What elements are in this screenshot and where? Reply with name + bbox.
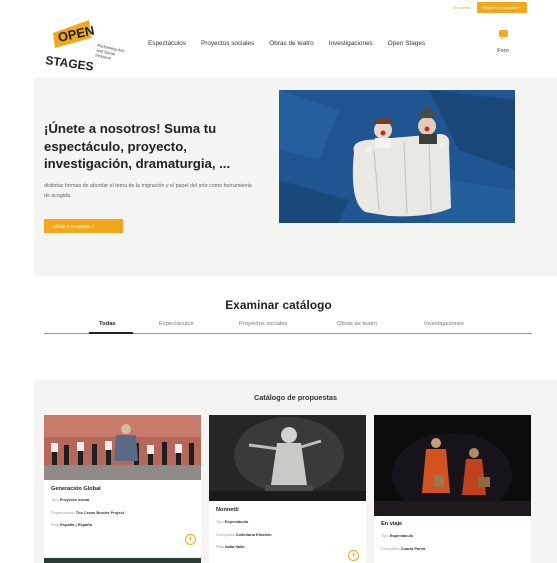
meta-label: Tipo [216, 519, 224, 524]
chat-bubble-icon [498, 30, 508, 39]
nav-item-investigaciones[interactable]: Investigaciones [329, 40, 373, 47]
logo-tagline: Performing Arts and Social Inclusion [95, 43, 125, 61]
meta-value: Italia Italia [225, 544, 245, 549]
nav-item-proyectos-sociales[interactable]: Proyectos sociales [201, 40, 254, 47]
proposal-card-partial[interactable] [44, 558, 201, 563]
tab-todas[interactable]: Todas [99, 321, 116, 327]
meta-value: The Cross Border Project [75, 510, 125, 515]
meta-value: Proyecto social [59, 497, 90, 502]
site-header: OPEN STAGES Performing Arts and Social I… [0, 14, 557, 76]
active-tab-indicator [89, 332, 133, 334]
tab-obras-de-teatro[interactable]: Obras de teatro [337, 321, 377, 327]
card-image-group [44, 415, 201, 480]
card-title: Nonnetti [216, 507, 239, 513]
card-meta-line: Compañía Coltellaria Einstein [216, 532, 272, 537]
tab-proyectos-sociales[interactable]: Proyectos sociales [239, 321, 287, 327]
catalog-heading: Examinar catálogo [225, 298, 332, 312]
meta-label: Organización [51, 510, 75, 515]
tab-espectaculos[interactable]: Espectáculos [159, 321, 193, 327]
add-proposal-top-button[interactable]: Añade tu propuesta + [476, 1, 527, 13]
meta-label: País [216, 544, 225, 549]
foro-label: Foro [497, 48, 509, 54]
proposal-card-en-viaje[interactable]: En viaje Tipo Espectáculo Compañía Cuart… [374, 415, 531, 563]
card-meta-line: Compañía Cuarta Pared [381, 546, 426, 551]
meta-label: País [51, 522, 60, 527]
proposals-title: Catálogo de propuestas [253, 393, 338, 402]
proposal-card-nonnetti[interactable]: Nonnetti Tipo Espectáculo Compañía Colte… [209, 415, 366, 563]
meta-value: Coltellaria Einstein [235, 532, 272, 537]
open-stages-logo[interactable]: OPEN STAGES Performing Arts and Social I… [43, 18, 139, 74]
meta-label: Tipo [381, 533, 389, 538]
card-meta-line: Tipo Espectáculo [381, 533, 413, 538]
foro-link[interactable]: Foro [493, 30, 513, 57]
meta-value: España | España [60, 522, 92, 527]
tab-investigaciones[interactable]: Investigaciones [424, 321, 464, 327]
catalog-tabs: Todas Espectáculos Proyectos sociales Ob… [44, 319, 532, 334]
proposals-section: Catálogo de propuestas Generación Global… [34, 380, 557, 563]
meta-value: Cuarta Pared [400, 546, 426, 551]
hero-description: distintas formas de abordar el tema de l… [44, 183, 252, 199]
hero-title: ¡Únete a nosotros! Suma tu espectáculo, … [44, 121, 231, 171]
nav-item-open-stages[interactable]: Open Stages [388, 40, 425, 47]
card-meta-line: Organización The Cross Border Project [51, 510, 124, 515]
meta-value: Espectáculo [389, 533, 414, 538]
card-title: Generación Global [51, 486, 101, 492]
add-proposal-button[interactable]: Añade tu propuesta + [44, 219, 123, 233]
my-account-link[interactable]: Mi cuenta [453, 5, 470, 10]
card-meta-line: País España | España [51, 522, 92, 527]
nav-item-espectaculos[interactable]: Espectáculos [148, 40, 186, 47]
meta-value: Espectáculo [224, 519, 249, 524]
hero-image-clowns [279, 90, 515, 223]
plus-icon[interactable]: + [185, 534, 196, 545]
proposal-card-generacion-global[interactable]: Generación Global Tipo Proyecto social O… [44, 415, 201, 556]
card-image-performer [209, 415, 366, 501]
card-meta-line: País Italia Italia [216, 544, 244, 549]
top-utility-bar: Mi cuenta Añade tu propuesta + [0, 0, 557, 14]
card-image-travelers [374, 415, 531, 516]
hero-section: ¡Únete a nosotros! Suma tu espectáculo, … [34, 78, 557, 276]
card-meta-line: Tipo Proyecto social [51, 497, 89, 502]
card-meta-line: Tipo Espectáculo [216, 519, 248, 524]
meta-label: Tipo [51, 497, 59, 502]
logo-word-stages: STAGES [45, 53, 95, 74]
plus-icon[interactable]: + [348, 550, 359, 561]
meta-label: Compañía [216, 532, 235, 537]
meta-label: Compañía [381, 546, 400, 551]
main-nav: Espectáculos Proyectos sociales Obras de… [148, 40, 440, 47]
card-title: En viaje [381, 521, 403, 527]
nav-item-obras-de-teatro[interactable]: Obras de teatro [269, 40, 313, 47]
